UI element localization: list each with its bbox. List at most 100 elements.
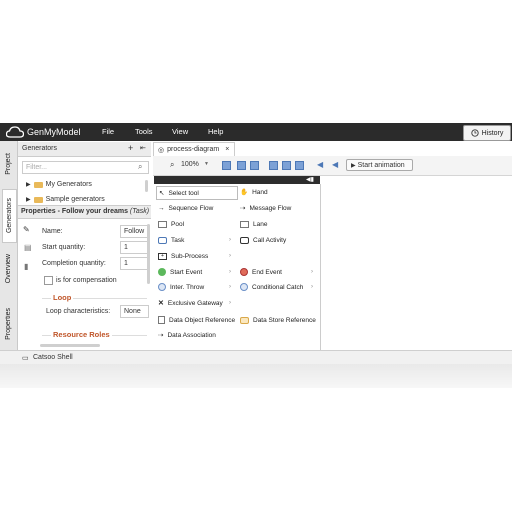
redo-icon[interactable]: ◀ <box>332 160 338 169</box>
tab-properties[interactable]: Properties <box>2 299 15 349</box>
expand-arrow-icon: ▶ <box>26 182 31 188</box>
folder-icon <box>33 196 43 203</box>
submenu-arrow-icon[interactable]: › <box>229 237 231 243</box>
palette-call-activity[interactable]: Call Activity <box>240 234 286 246</box>
shell-label[interactable]: Catsoo Shell <box>33 354 73 361</box>
generators-filter-input[interactable]: Filter... <box>22 161 149 174</box>
palette-message-flow[interactable]: ⇢ Message Flow <box>240 202 291 214</box>
submenu-arrow-icon[interactable]: › <box>229 284 231 290</box>
properties-hscrollbar[interactable] <box>40 344 100 347</box>
intermediate-event-icon <box>158 283 166 291</box>
align-center-icon[interactable] <box>237 161 246 170</box>
palette-data-object-reference[interactable]: Data Object Reference <box>158 314 235 326</box>
palette-data-association[interactable]: ⇢ Data Association <box>158 329 216 341</box>
expand-arrow-icon: ▶ <box>26 197 31 203</box>
loop-label: Loop characteristics: <box>46 308 111 315</box>
compensation-checkbox[interactable] <box>44 276 53 285</box>
editor-toolbar: ⌕ 100% ▼ ◀ ◀ ▶ Start animation <box>153 156 512 176</box>
palette-header: ◀▮ <box>154 176 320 184</box>
window-shadow <box>0 364 512 388</box>
submenu-arrow-icon[interactable]: › <box>229 269 231 275</box>
menu-view[interactable]: View <box>172 127 188 136</box>
collapse-icon[interactable]: ⇤ <box>140 144 146 152</box>
tab-overview[interactable]: Overview <box>2 246 15 292</box>
undo-icon[interactable]: ◀ <box>317 160 323 169</box>
submenu-arrow-icon[interactable]: › <box>229 300 231 306</box>
tab-generators[interactable]: Generators <box>2 189 17 243</box>
gateway-icon: ✕ <box>158 300 164 307</box>
bpmn-palette: ↖ Select tool ✋ Hand → Sequence Flow ⇢ Messa… <box>154 184 321 350</box>
task-icon <box>158 236 167 244</box>
align-top-icon[interactable] <box>269 161 278 170</box>
palette-pool[interactable]: Pool <box>158 218 184 230</box>
tree-item-sample-generators[interactable]: ▶ Sample generators <box>26 196 105 203</box>
add-icon[interactable]: + <box>128 143 133 153</box>
bottom-bar: ▭ Catsoo Shell <box>0 350 512 365</box>
palette-sub-process[interactable]: + Sub-Process <box>158 250 208 262</box>
align-left-icon[interactable] <box>222 161 231 170</box>
properties-scrollbar[interactable] <box>147 224 150 284</box>
generators-scrollbar[interactable] <box>145 180 148 192</box>
close-icon[interactable]: × <box>225 146 229 153</box>
completion-quantity-label: Completion quantity: <box>42 260 106 267</box>
start-quantity-label: Start quantity: <box>42 244 86 251</box>
submenu-arrow-icon[interactable]: › <box>229 253 231 259</box>
palette-inter-throw[interactable]: Inter. Throw <box>158 281 204 293</box>
tab-process-diagram[interactable]: ◎ process-diagram × <box>153 142 235 156</box>
clock-icon <box>470 129 479 137</box>
loop-section-title: Loop <box>51 293 74 302</box>
arrow-icon: → <box>158 204 165 212</box>
sub-process-icon: + <box>158 252 167 260</box>
history-button[interactable]: History <box>463 125 511 141</box>
name-field[interactable]: Follow <box>120 225 149 238</box>
terminal-icon: ▭ <box>22 355 29 362</box>
submenu-arrow-icon[interactable]: › <box>311 269 313 275</box>
menu-file[interactable]: File <box>102 127 114 136</box>
palette-data-store-reference[interactable]: Data Store Reference <box>240 314 316 326</box>
menu-tools[interactable]: Tools <box>135 127 153 136</box>
start-quantity-field[interactable]: 1 <box>120 241 149 254</box>
app-logo[interactable]: GenMyModel <box>6 126 81 138</box>
tree-item-my-generators[interactable]: ▶ My Generators <box>26 181 92 188</box>
resource-roles-title: Resource Roles <box>51 330 112 339</box>
folder-icon <box>33 181 43 188</box>
palette-end-event[interactable]: End Event <box>240 266 282 278</box>
zoom-level[interactable]: 100% <box>181 161 199 168</box>
bookmark-icon[interactable]: ▮ <box>24 262 28 271</box>
submenu-arrow-icon[interactable]: › <box>311 284 313 290</box>
palette-lane[interactable]: Lane <box>240 218 267 230</box>
document-icon[interactable]: ▤ <box>24 243 32 252</box>
menu-help[interactable]: Help <box>208 127 223 136</box>
align-middle-icon[interactable] <box>282 161 291 170</box>
history-label: History <box>481 129 504 137</box>
align-bottom-icon[interactable] <box>295 161 304 170</box>
start-animation-button[interactable]: ▶ Start animation <box>346 159 413 171</box>
cloud-logo-icon <box>6 126 24 138</box>
palette-select-tool[interactable]: ↖ Select tool <box>156 186 238 200</box>
diagram-icon: ◎ <box>158 146 165 154</box>
lane-icon <box>240 220 249 228</box>
palette-hand[interactable]: ✋ Hand <box>240 186 268 198</box>
tab-project[interactable]: Project <box>2 144 15 184</box>
hand-icon: ✋ <box>240 189 249 196</box>
cursor-icon: ↖ <box>159 190 165 197</box>
name-label: Name: <box>42 228 63 235</box>
palette-conditional-catch[interactable]: Conditional Catch <box>240 281 303 293</box>
palette-collapse-icon[interactable]: ◀▮ <box>306 176 314 183</box>
palette-task[interactable]: Task <box>158 234 184 246</box>
diagram-canvas[interactable] <box>321 176 512 350</box>
palette-start-event[interactable]: Start Event <box>158 266 202 278</box>
align-right-icon[interactable] <box>250 161 259 170</box>
dotted-arrow-icon: ⇢ <box>158 332 164 339</box>
properties-title: Properties - Follow your dreams <box>21 208 128 215</box>
logo-text: GenMyModel <box>27 127 81 137</box>
palette-exclusive-gateway[interactable]: ✕ Exclusive Gateway <box>158 297 223 309</box>
sidebar-tabs: Project Generators Overview Properties <box>0 141 18 354</box>
completion-quantity-field[interactable]: 1 <box>120 257 149 270</box>
palette-sequence-flow[interactable]: → Sequence Flow <box>158 202 213 214</box>
pencil-icon[interactable]: ✎ <box>23 225 30 234</box>
pool-icon <box>158 220 167 228</box>
zoom-icon[interactable]: ⌕ <box>170 160 174 170</box>
loop-select[interactable]: None <box>120 305 149 318</box>
zoom-dropdown-icon[interactable]: ▼ <box>204 161 209 167</box>
